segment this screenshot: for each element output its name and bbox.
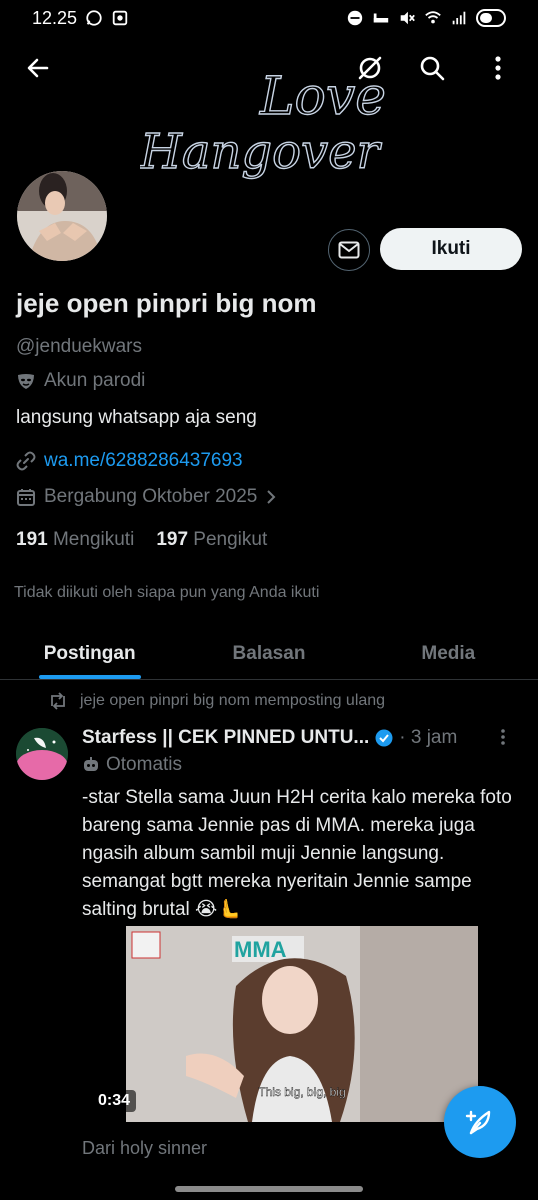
avatar-photo	[17, 171, 107, 261]
arrow-left-icon	[27, 58, 49, 78]
back-button[interactable]	[18, 48, 58, 88]
not-followed-note: Tidak diikuti oleh siapa pun yang Anda i…	[14, 584, 320, 601]
profile-handle: @jenduekwars	[16, 336, 142, 357]
post-video[interactable]: MMA This big, big, big	[126, 926, 478, 1122]
robot-icon	[84, 757, 98, 771]
joined-text: Bergabung Oktober 2025	[44, 486, 258, 507]
status-time: 12.25	[32, 7, 78, 28]
verified-badge-icon	[375, 729, 393, 747]
screen-record-icon	[112, 10, 128, 26]
followers-count: 197	[156, 529, 189, 550]
status-bar: 12.25	[0, 0, 538, 36]
follow-button[interactable]: Ikuti	[380, 228, 522, 270]
profile-bio: langsung whatsapp aja seng	[16, 407, 257, 428]
compose-button[interactable]	[444, 1086, 516, 1158]
repost-text: jeje open pinpri big nom memposting ulan…	[80, 692, 386, 709]
signal-icon	[452, 11, 466, 25]
parody-text: Akun parodi	[44, 370, 146, 391]
more-vertical-icon	[495, 56, 501, 80]
following-label: Mengikuti	[52, 529, 135, 550]
parody-label: Akun parodi	[16, 370, 145, 392]
profile-link-text[interactable]: wa.me/6288286437693	[44, 450, 243, 472]
grok-button[interactable]	[350, 48, 390, 88]
automated-text: Otomatis	[106, 754, 183, 775]
tab-posts[interactable]: Postingan	[0, 628, 179, 679]
post-header: Starfess || CEK PINNED UNTU... · 3 jam	[82, 727, 522, 749]
profile-avatar[interactable]	[14, 168, 110, 264]
home-indicator[interactable]	[175, 1186, 363, 1192]
post-more-button[interactable]	[500, 728, 506, 752]
followers-stat[interactable]: 197 Pengikut	[156, 529, 267, 551]
more-vertical-icon	[501, 729, 505, 745]
grok-icon	[358, 56, 382, 80]
battery-icon	[476, 9, 506, 27]
repost-indicator: jeje open pinpri big nom memposting ulan…	[48, 692, 385, 710]
message-button[interactable]	[328, 229, 370, 271]
following-stat[interactable]: 191 Mengikuti	[16, 529, 134, 551]
video-caption: This big, big, big	[258, 1085, 345, 1099]
profile-link[interactable]: wa.me/6288286437693	[16, 450, 243, 472]
sleep-mode-icon	[373, 13, 389, 23]
post-author[interactable]: Starfess || CEK PINNED UNTU...	[82, 727, 369, 749]
post-text: -star Stella sama Juun H2H cerita kalo m…	[82, 787, 512, 920]
envelope-icon	[338, 241, 360, 259]
banner-logo-line2: Hangover	[140, 124, 383, 180]
video-sign-text: MMA	[234, 937, 287, 962]
follow-stats: 191 Mengikuti 197 Pengikut	[16, 529, 267, 551]
repost-icon	[51, 692, 65, 710]
profile-tabs: Postingan Balasan Media	[0, 628, 538, 680]
mask-icon	[18, 374, 34, 389]
profile-name: jeje open pinpri big nom	[16, 288, 317, 318]
chevron-right-icon	[267, 490, 276, 504]
wifi-icon	[425, 11, 441, 24]
joined-date[interactable]: Bergabung Oktober 2025	[16, 486, 277, 508]
post-avatar[interactable]	[16, 728, 68, 780]
search-button[interactable]	[412, 48, 452, 88]
video-source[interactable]: Dari holy sinner	[82, 1138, 207, 1159]
followers-label: Pengikut	[193, 529, 268, 550]
more-options-button[interactable]	[478, 48, 518, 88]
video-duration: 0:34	[92, 1090, 137, 1112]
link-icon	[16, 451, 36, 471]
mute-icon	[400, 11, 415, 25]
tab-media[interactable]: Media	[359, 628, 538, 679]
calendar-icon	[17, 489, 35, 506]
whatsapp-icon	[86, 10, 102, 26]
automated-label: Otomatis	[82, 754, 182, 776]
following-count: 191	[16, 529, 48, 550]
tab-replies[interactable]: Balasan	[179, 628, 358, 679]
post-time[interactable]: · 3 jam	[399, 727, 457, 749]
post-avatar-image	[16, 728, 68, 780]
compose-feather-icon	[465, 1110, 491, 1135]
do-not-disturb-icon	[347, 10, 363, 26]
search-icon	[420, 56, 445, 81]
video-thumbnail: MMA This big, big, big	[126, 926, 478, 1122]
